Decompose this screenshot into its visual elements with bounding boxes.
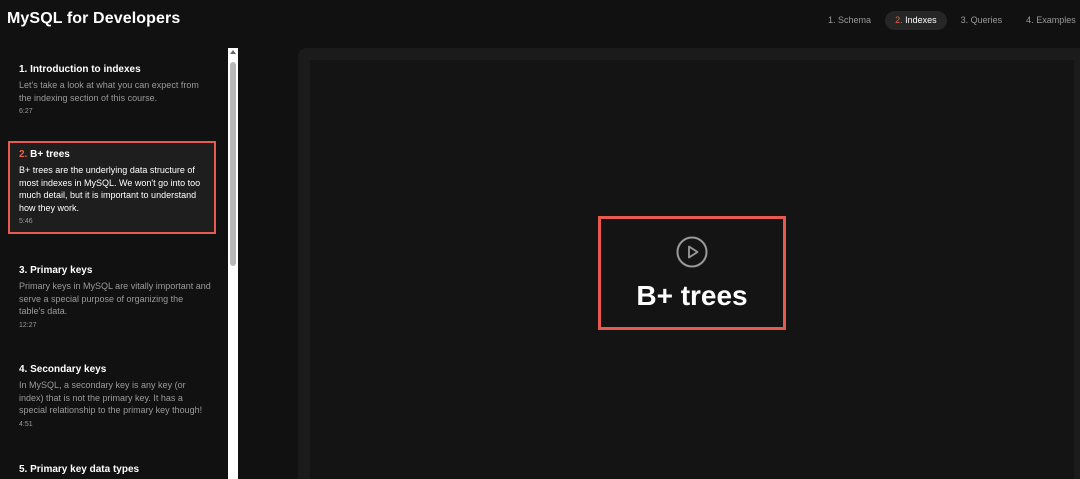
- lesson-description: In MySQL, a secondary key is any key (or…: [19, 380, 203, 415]
- lesson-description: Let's take a look at what you can expect…: [19, 80, 199, 103]
- tab-number: 1.: [828, 15, 836, 25]
- lesson-title: 5. Primary key data types: [19, 463, 216, 476]
- lesson-item-active[interactable]: 2. B+ trees B+ trees are the underlying …: [8, 141, 216, 234]
- lesson-title-text: B+ trees: [30, 149, 70, 160]
- tab-label: Indexes: [905, 15, 937, 25]
- play-icon[interactable]: [676, 236, 708, 268]
- tab-label: Queries: [970, 15, 1003, 25]
- lesson-item[interactable]: 4. Secondary keys In MySQL, a secondary …: [8, 363, 216, 428]
- video-play-card[interactable]: B+ trees: [598, 216, 786, 330]
- lesson-number: 1.: [19, 64, 28, 75]
- lesson-description: Primary keys in MySQL are vitally import…: [19, 281, 211, 316]
- lesson-duration: 12:27: [19, 321, 37, 329]
- tab-label: Schema: [838, 15, 872, 25]
- lesson-title: 4. Secondary keys: [19, 363, 216, 376]
- lesson-title-text: Secondary keys: [30, 364, 107, 375]
- lesson-title: 2. B+ trees: [19, 148, 206, 161]
- lesson-item[interactable]: 1. Introduction to indexes Let's take a …: [8, 63, 216, 115]
- lesson-duration: 5:46: [19, 218, 33, 225]
- tab-schema[interactable]: 1. Schema: [818, 11, 881, 30]
- sidebar-scrollbar[interactable]: [228, 48, 238, 479]
- scrollbar-thumb[interactable]: [230, 62, 236, 266]
- app-title: MySQL for Developers: [7, 10, 181, 27]
- tab-examples[interactable]: 4. Examples: [1016, 11, 1080, 30]
- tab-label: Examples: [1036, 15, 1076, 25]
- tab-indexes[interactable]: 2. Indexes: [885, 11, 947, 30]
- video-title: B+ trees: [636, 280, 748, 311]
- lesson-number: 5.: [19, 464, 28, 475]
- header: MySQL for Developers 1. Schema 2. Indexe…: [0, 0, 1080, 42]
- lesson-duration: 4:51: [19, 420, 33, 428]
- lesson-title-text: Primary key data types: [30, 464, 140, 475]
- tab-number: 3.: [960, 15, 969, 25]
- tab-number: 2.: [895, 15, 903, 25]
- lesson-title-text: Introduction to indexes: [30, 64, 141, 75]
- lesson-description: B+ trees are the underlying data structu…: [19, 165, 201, 213]
- lesson-number: 3.: [19, 265, 28, 276]
- lesson-item[interactable]: 3. Primary keys Primary keys in MySQL ar…: [8, 264, 216, 329]
- tab-queries[interactable]: 3. Queries: [951, 11, 1013, 30]
- tab-number: 4.: [1026, 15, 1034, 25]
- scroll-up-icon[interactable]: [230, 50, 236, 54]
- lesson-item[interactable]: 5. Primary key data types: [8, 463, 216, 476]
- lesson-number: 2.: [19, 149, 28, 160]
- lesson-sidebar: 1. Introduction to indexes Let's take a …: [0, 48, 228, 479]
- lesson-number: 4.: [19, 364, 28, 375]
- section-tabs: 1. Schema 2. Indexes 3. Queries 4. Examp…: [818, 11, 1080, 30]
- lesson-title: 1. Introduction to indexes: [19, 63, 216, 76]
- lesson-duration: 6:27: [19, 108, 33, 115]
- lesson-title-text: Primary keys: [30, 265, 93, 276]
- lesson-title: 3. Primary keys: [19, 264, 216, 277]
